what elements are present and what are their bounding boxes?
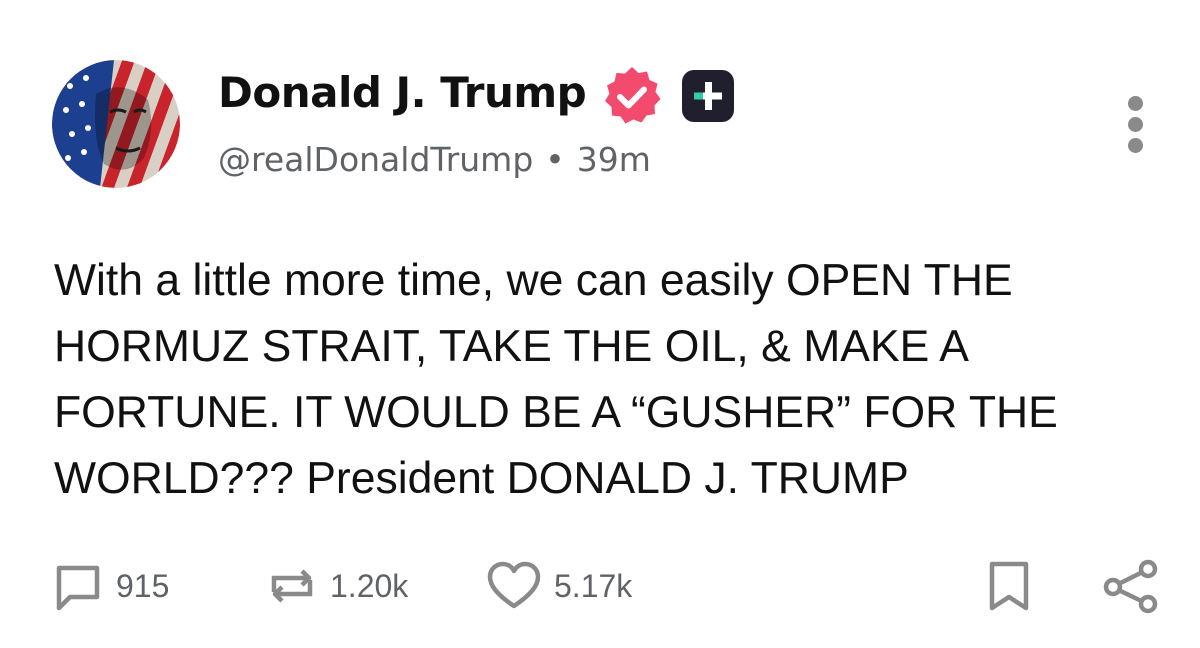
repost-icon: [271, 569, 313, 603]
repost-button[interactable]: 1.20k: [264, 556, 408, 616]
bookmark-icon: [989, 561, 1029, 611]
more-dot-icon: [1127, 117, 1143, 132]
author-display-name[interactable]: Donald J. Trump: [218, 68, 587, 117]
bookmark-button[interactable]: [984, 556, 1034, 616]
author-handle[interactable]: @realDonaldTrump: [218, 140, 533, 179]
more-options-button[interactable]: [1118, 96, 1152, 156]
truth-post: Donald J. Trump @realDonaldTrump • 39m Wit…: [0, 0, 1200, 648]
reply-button[interactable]: 915: [50, 556, 169, 616]
avatar-image: [52, 60, 180, 188]
plus-badge-icon: [680, 68, 736, 124]
post-text: With a little more time, we can easily O…: [54, 256, 1058, 503]
share-icon: [1103, 559, 1158, 614]
post-actions: 915 1.20k 5.17k: [0, 556, 1200, 616]
avatar[interactable]: [52, 60, 180, 188]
like-button[interactable]: 5.17k: [484, 556, 632, 616]
more-dot-icon: [1127, 138, 1143, 153]
meta-separator: •: [545, 140, 565, 179]
like-count: 5.17k: [554, 567, 633, 604]
repost-count: 1.20k: [330, 567, 409, 604]
reply-icon: [56, 565, 100, 611]
heart-icon: [487, 561, 541, 609]
share-button[interactable]: [1100, 556, 1164, 616]
more-dot-icon: [1127, 96, 1143, 111]
verified-badge-icon: [600, 64, 664, 128]
reply-count: 915: [116, 567, 170, 604]
post-time[interactable]: 39m: [577, 140, 651, 179]
author-meta: @realDonaldTrump • 39m: [218, 140, 651, 179]
